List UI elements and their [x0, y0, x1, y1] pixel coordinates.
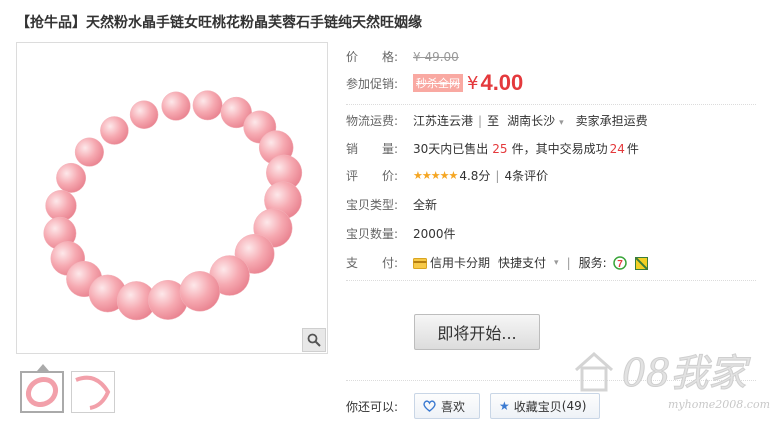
- magnifier-icon: [307, 333, 321, 347]
- condition-value: 全新: [413, 198, 438, 212]
- payment-row: 支 付: 信用卡分期 快捷支付 ▾ | 服务: 7: [346, 254, 648, 271]
- separator: |: [495, 168, 500, 183]
- divider: [346, 280, 756, 281]
- payment-dropdown-icon[interactable]: ▾: [554, 258, 559, 268]
- price-label: 价 格:: [346, 48, 413, 65]
- service-guarantee-icon[interactable]: [634, 256, 648, 270]
- promo-label: 参加促销:: [346, 76, 399, 91]
- promo-row: 参加促销: 秒杀全网 ¥ 4.00: [346, 70, 523, 96]
- thumbnail-bracelet-image: [75, 375, 111, 410]
- chevron-down-icon: ▾: [559, 118, 564, 128]
- product-title: 【抢牛品】天然粉水晶手链女旺桃花粉晶芙蓉石手链纯天然旺姻缘: [16, 15, 422, 31]
- rating-label-b: 价:: [382, 169, 399, 183]
- bead: [100, 116, 129, 145]
- star-icon: ★: [499, 399, 510, 413]
- rating-row: 评 价: ★★★★★ 4.8分 | 4条评价: [346, 167, 548, 184]
- thumbnail-bracelet-image: [25, 376, 59, 408]
- watermark-brand: 08我家: [622, 351, 751, 395]
- condition-label: 宝贝类型:: [346, 198, 399, 212]
- favorite-label: 收藏宝贝: [513, 399, 562, 414]
- sales-label-b: 量:: [382, 142, 399, 156]
- rating-label-a: 评: [346, 169, 359, 183]
- bead: [45, 190, 77, 222]
- separator: |: [478, 113, 483, 128]
- quick-pay[interactable]: 快捷支付: [498, 254, 546, 271]
- bead: [179, 271, 221, 312]
- shipping-row: 物流运费: 江苏连云港 | 至 湖南长沙 ▾ 卖家承担运费: [346, 112, 648, 129]
- star-rating: ★★★★★: [413, 169, 458, 182]
- promo-price: 4.00: [480, 70, 524, 95]
- separator: |: [566, 255, 571, 270]
- bead: [192, 90, 223, 121]
- promo-tag: 秒杀全网: [413, 74, 463, 92]
- like-label: 喜欢: [441, 399, 466, 414]
- payment-label-b: 付:: [382, 256, 399, 270]
- also-label-row: 你还可以:: [346, 398, 398, 415]
- price-label-b: 格:: [382, 50, 399, 64]
- divider: [346, 104, 756, 105]
- bead: [129, 100, 159, 129]
- sales-prefix: 30天内已售出: [413, 142, 489, 156]
- sales-label-a: 销: [346, 142, 359, 156]
- quantity-label: 宝贝数量:: [346, 227, 399, 241]
- quantity-value: 2000件: [413, 227, 456, 241]
- zoom-button[interactable]: [302, 328, 326, 352]
- payment-label: 支 付:: [346, 254, 413, 271]
- product-main-image[interactable]: [16, 42, 328, 354]
- credit-card-icon: [413, 256, 427, 270]
- rating-score: 4.8分: [459, 169, 491, 183]
- favorite-count: (49): [561, 399, 587, 413]
- thumbnail-1[interactable]: [20, 371, 64, 413]
- also-label: 你还可以:: [346, 400, 399, 414]
- destination-select[interactable]: 湖南长沙 ▾: [507, 112, 564, 129]
- sales-middle: 件，其中交易成功: [511, 142, 608, 156]
- bead: [161, 91, 191, 121]
- success-count: 24: [609, 141, 625, 156]
- sales-label: 销 量:: [346, 140, 413, 157]
- service-label: 服务:: [578, 256, 607, 270]
- heart-icon: [423, 400, 436, 412]
- shipping-from: 江苏连云港: [413, 114, 474, 128]
- payment-label-a: 支: [346, 256, 359, 270]
- shipping-fee: 卖家承担运费: [575, 114, 648, 128]
- sales-row: 销 量: 30天内已售出 25 件，其中交易成功 24 件: [346, 140, 639, 157]
- price-label-a: 价: [346, 50, 359, 64]
- sales-suffix: 件: [626, 142, 639, 156]
- bead: [74, 137, 104, 167]
- service-seven-day-icon[interactable]: 7: [612, 255, 627, 270]
- sold-count: 25: [492, 141, 508, 156]
- currency-symbol: ¥: [467, 72, 479, 94]
- divider: [346, 380, 756, 381]
- svg-text:7: 7: [617, 259, 623, 270]
- thumb-pointer: [37, 364, 49, 371]
- reviews-link[interactable]: 4条评价: [504, 167, 548, 184]
- bracelet-image: [43, 90, 303, 321]
- destination-city: 湖南长沙: [507, 114, 556, 128]
- like-button[interactable]: 喜欢: [414, 393, 480, 419]
- condition-row: 宝贝类型: 全新: [346, 196, 437, 213]
- watermark-url: myhome2008.com: [668, 398, 770, 411]
- shipping-label: 物流运费:: [346, 114, 399, 128]
- shipping-to-word: 至: [487, 114, 500, 128]
- quantity-row: 宝贝数量: 2000件: [346, 225, 456, 242]
- rating-label: 评 价:: [346, 167, 413, 184]
- credit-installment[interactable]: 信用卡分期: [430, 254, 490, 271]
- original-price: ¥ 49.00: [413, 49, 459, 64]
- favorite-button[interactable]: ★ 收藏宝贝 (49): [490, 393, 600, 419]
- price-row: 价 格: ¥ 49.00: [346, 48, 459, 65]
- thumbnail-2[interactable]: [71, 371, 115, 413]
- buy-button[interactable]: 即将开始...: [414, 314, 540, 350]
- bead: [56, 162, 87, 193]
